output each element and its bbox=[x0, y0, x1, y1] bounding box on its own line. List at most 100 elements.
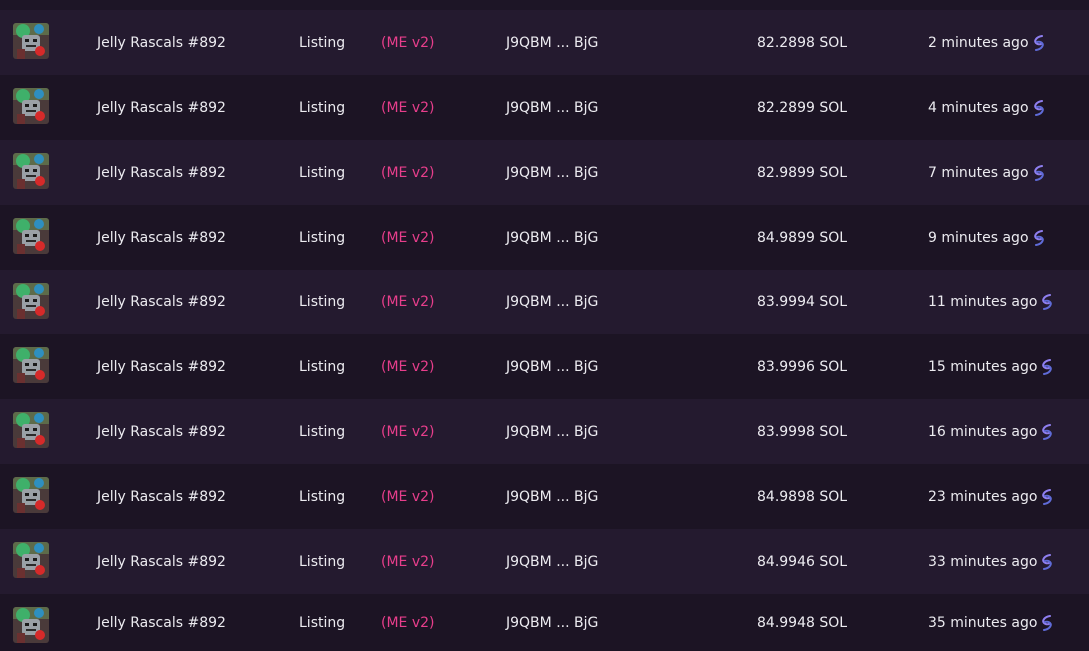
nft-avatar-icon bbox=[13, 23, 49, 59]
solana-icon[interactable] bbox=[1040, 553, 1054, 570]
activity-type: Listing bbox=[299, 614, 346, 631]
nft-thumbnail[interactable] bbox=[13, 607, 49, 643]
time-ago: 11 minutes ago bbox=[928, 270, 1054, 334]
time-ago-text: 23 minutes ago bbox=[928, 488, 1038, 505]
solana-icon[interactable] bbox=[1040, 423, 1054, 440]
table-top-edge bbox=[0, 0, 1089, 10]
nft-avatar-icon bbox=[13, 477, 49, 513]
table-row[interactable]: Jelly Rascals #892 Listing (ME v2) J9QBM… bbox=[0, 75, 1089, 140]
activity-type: Listing bbox=[299, 358, 346, 375]
activity-type: Listing bbox=[299, 488, 346, 505]
nft-thumbnail[interactable] bbox=[13, 347, 49, 383]
nft-name-link[interactable]: Jelly Rascals #892 bbox=[97, 464, 226, 529]
nft-avatar-icon bbox=[13, 153, 49, 189]
time-ago-text: 11 minutes ago bbox=[928, 294, 1038, 310]
activity-type: Listing bbox=[299, 423, 346, 440]
nft-thumbnail[interactable] bbox=[13, 283, 49, 319]
solana-icon[interactable] bbox=[1032, 99, 1046, 116]
price-value: 82.9899 SOL bbox=[757, 164, 848, 181]
activity-type: Listing bbox=[299, 294, 346, 310]
nft-avatar-icon bbox=[13, 88, 49, 124]
time-ago: 33 minutes ago bbox=[928, 529, 1054, 594]
solana-icon[interactable] bbox=[1040, 614, 1054, 631]
time-ago-text: 33 minutes ago bbox=[928, 553, 1038, 570]
nft-thumbnail[interactable] bbox=[13, 153, 49, 189]
table-row[interactable]: Jelly Rascals #892 Listing (ME v2) J9QBM… bbox=[0, 529, 1089, 594]
marketplace-label: (ME v2) bbox=[381, 164, 435, 181]
table-row[interactable]: Jelly Rascals #892 Listing (ME v2) J9QBM… bbox=[0, 10, 1089, 75]
nft-name-link[interactable]: Jelly Rascals #892 bbox=[97, 75, 226, 140]
marketplace-label: (ME v2) bbox=[381, 358, 435, 375]
seller-address-link[interactable]: J9QBM ... BjG bbox=[506, 529, 598, 594]
table-row[interactable]: Jelly Rascals #892 Listing (ME v2) J9QBM… bbox=[0, 270, 1089, 334]
activity-type: Listing bbox=[299, 164, 346, 181]
seller-address-link[interactable]: J9QBM ... BjG bbox=[506, 399, 598, 464]
seller-address-link[interactable]: J9QBM ... BjG bbox=[506, 10, 598, 75]
activity-type: Listing bbox=[299, 99, 346, 116]
table-row[interactable]: Jelly Rascals #892 Listing (ME v2) J9QBM… bbox=[0, 399, 1089, 464]
time-ago-text: 15 minutes ago bbox=[928, 358, 1038, 375]
table-row[interactable]: Jelly Rascals #892 Listing (ME v2) J9QBM… bbox=[0, 594, 1089, 651]
time-ago-text: 2 minutes ago bbox=[928, 34, 1029, 51]
activity-type: Listing bbox=[299, 553, 346, 570]
nft-name-link[interactable]: Jelly Rascals #892 bbox=[97, 529, 226, 594]
nft-name-link[interactable]: Jelly Rascals #892 bbox=[97, 140, 226, 205]
table-row[interactable]: Jelly Rascals #892 Listing (ME v2) J9QBM… bbox=[0, 334, 1089, 399]
solana-icon[interactable] bbox=[1032, 164, 1046, 181]
time-ago: 2 minutes ago bbox=[928, 10, 1046, 75]
price-value: 82.2898 SOL bbox=[757, 34, 848, 51]
nft-name-link[interactable]: Jelly Rascals #892 bbox=[97, 594, 226, 651]
price-value: 83.9994 SOL bbox=[757, 294, 848, 310]
solana-icon[interactable] bbox=[1040, 488, 1054, 505]
nft-thumbnail[interactable] bbox=[13, 88, 49, 124]
seller-address-link[interactable]: J9QBM ... BjG bbox=[506, 594, 598, 651]
price-value: 82.2899 SOL bbox=[757, 99, 848, 116]
solana-icon[interactable] bbox=[1032, 34, 1046, 51]
nft-avatar-icon bbox=[13, 283, 49, 319]
time-ago: 23 minutes ago bbox=[928, 464, 1054, 529]
time-ago-text: 35 minutes ago bbox=[928, 614, 1038, 631]
seller-address-link[interactable]: J9QBM ... BjG bbox=[506, 205, 598, 270]
nft-name-link[interactable]: Jelly Rascals #892 bbox=[97, 399, 226, 464]
time-ago-text: 16 minutes ago bbox=[928, 423, 1038, 440]
nft-avatar-icon bbox=[13, 347, 49, 383]
nft-avatar-icon bbox=[13, 412, 49, 448]
price-value: 84.9898 SOL bbox=[757, 488, 848, 505]
seller-address-link[interactable]: J9QBM ... BjG bbox=[506, 270, 598, 334]
nft-thumbnail[interactable] bbox=[13, 477, 49, 513]
time-ago-text: 7 minutes ago bbox=[928, 164, 1029, 181]
seller-address-link[interactable]: J9QBM ... BjG bbox=[506, 140, 598, 205]
solana-icon[interactable] bbox=[1032, 229, 1046, 246]
nft-avatar-icon bbox=[13, 607, 49, 643]
activity-type: Listing bbox=[299, 229, 346, 246]
nft-thumbnail[interactable] bbox=[13, 23, 49, 59]
seller-address-link[interactable]: J9QBM ... BjG bbox=[506, 334, 598, 399]
time-ago-text: 9 minutes ago bbox=[928, 229, 1029, 246]
nft-name-link[interactable]: Jelly Rascals #892 bbox=[97, 270, 226, 334]
price-value: 83.9996 SOL bbox=[757, 358, 848, 375]
solana-icon[interactable] bbox=[1040, 358, 1054, 375]
marketplace-label: (ME v2) bbox=[381, 294, 435, 310]
marketplace-label: (ME v2) bbox=[381, 488, 435, 505]
table-row[interactable]: Jelly Rascals #892 Listing (ME v2) J9QBM… bbox=[0, 464, 1089, 529]
seller-address-link[interactable]: J9QBM ... BjG bbox=[506, 464, 598, 529]
nft-thumbnail[interactable] bbox=[13, 542, 49, 578]
price-value: 84.9948 SOL bbox=[757, 614, 848, 631]
time-ago-text: 4 minutes ago bbox=[928, 99, 1029, 116]
price-value: 83.9998 SOL bbox=[757, 423, 848, 440]
nft-name-link[interactable]: Jelly Rascals #892 bbox=[97, 205, 226, 270]
nft-thumbnail[interactable] bbox=[13, 412, 49, 448]
price-value: 84.9946 SOL bbox=[757, 553, 848, 570]
nft-thumbnail[interactable] bbox=[13, 218, 49, 254]
nft-name-link[interactable]: Jelly Rascals #892 bbox=[97, 10, 226, 75]
solana-icon[interactable] bbox=[1040, 294, 1054, 310]
marketplace-label: (ME v2) bbox=[381, 423, 435, 440]
marketplace-label: (ME v2) bbox=[381, 34, 435, 51]
seller-address-link[interactable]: J9QBM ... BjG bbox=[506, 75, 598, 140]
time-ago: 7 minutes ago bbox=[928, 140, 1046, 205]
nft-name-link[interactable]: Jelly Rascals #892 bbox=[97, 334, 226, 399]
time-ago: 4 minutes ago bbox=[928, 75, 1046, 140]
table-row[interactable]: Jelly Rascals #892 Listing (ME v2) J9QBM… bbox=[0, 140, 1089, 205]
table-row[interactable]: Jelly Rascals #892 Listing (ME v2) J9QBM… bbox=[0, 205, 1089, 270]
marketplace-label: (ME v2) bbox=[381, 553, 435, 570]
